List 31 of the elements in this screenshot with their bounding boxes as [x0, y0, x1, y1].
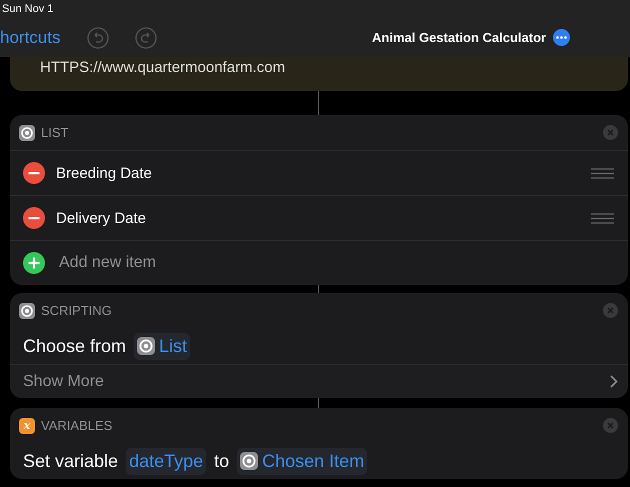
variable-token[interactable]: dateType [126, 448, 206, 474]
category-label: LIST [41, 125, 68, 140]
token-gear-icon [240, 452, 258, 470]
action-text: Set variable [23, 450, 118, 472]
gear-icon [19, 124, 35, 140]
remove-icon[interactable] [23, 162, 45, 184]
list-item-label: Delivery Date [56, 210, 148, 226]
token-gear-icon [137, 337, 156, 355]
category-badge: x [19, 418, 35, 434]
category-label: SCRIPTING [41, 303, 112, 318]
redo-icon[interactable] [135, 26, 158, 48]
gear-icon [19, 302, 35, 318]
remove-icon[interactable] [23, 207, 45, 229]
drag-handle-icon[interactable] [591, 212, 614, 224]
category-label: VARIABLES [41, 418, 112, 433]
drag-handle-icon[interactable] [591, 168, 614, 178]
more-icon[interactable] [553, 29, 570, 46]
show-more-row[interactable]: Show More [10, 364, 628, 398]
action-text: to [214, 450, 230, 472]
action-text: Choose from [23, 336, 126, 356]
back-link[interactable]: hortcuts [0, 28, 60, 48]
add-item-field[interactable]: Add new item [59, 254, 156, 272]
undo-icon[interactable] [87, 26, 110, 48]
list-item-label: Breeding Date [56, 164, 153, 182]
variable-token[interactable]: Chosen Item [237, 448, 368, 474]
url-text: HTTPS://www.quartermoonfarm.com [10, 57, 628, 91]
status-date: Sun Nov 1 [2, 2, 54, 17]
variable-token[interactable]: List [134, 332, 190, 360]
shortcut-title: Animal Gestation Calculator [372, 30, 546, 45]
add-icon[interactable] [23, 252, 45, 274]
chevron-icon [610, 375, 618, 388]
